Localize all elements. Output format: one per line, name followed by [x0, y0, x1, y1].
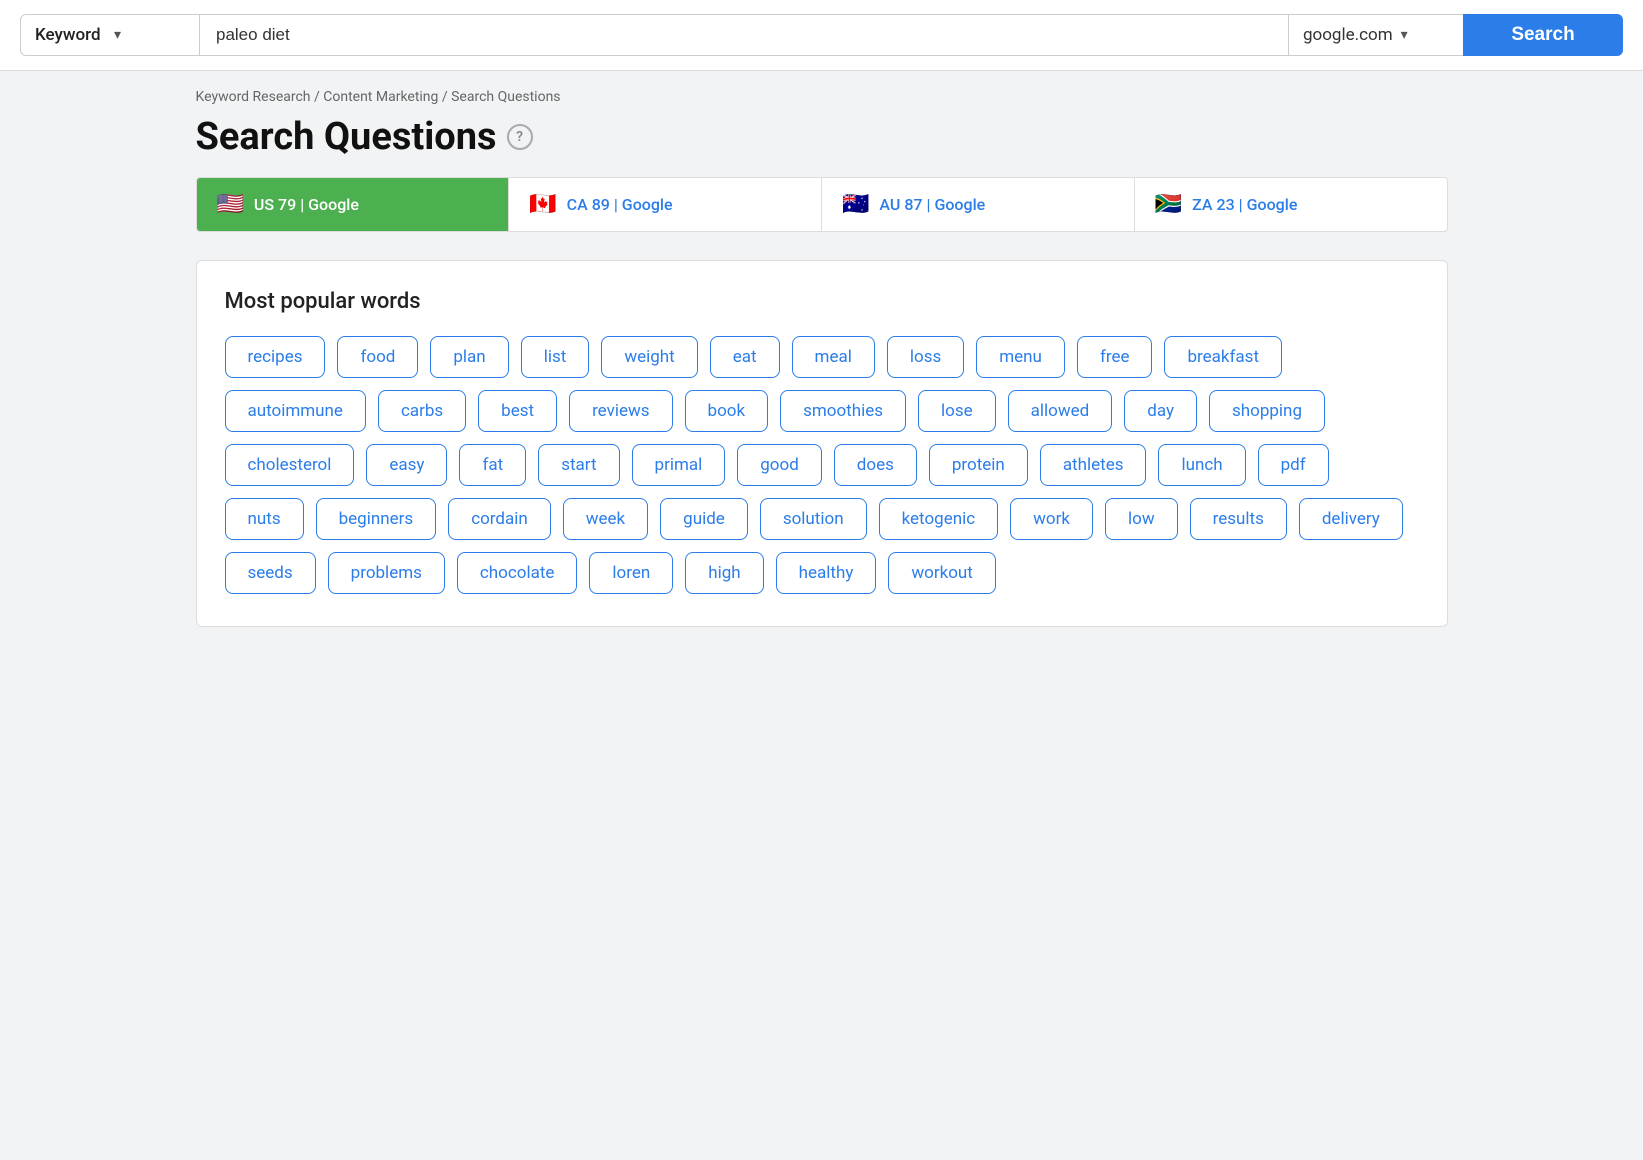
- word-tag-healthy[interactable]: healthy: [776, 552, 877, 594]
- country-flag-2: 🇦🇺: [842, 192, 869, 217]
- search-input[interactable]: [200, 14, 1288, 56]
- country-tab-2[interactable]: 🇦🇺 AU 87 | Google: [822, 178, 1135, 231]
- keyword-type-label: Keyword: [35, 25, 106, 45]
- word-tag-work[interactable]: work: [1010, 498, 1093, 540]
- word-tag-low[interactable]: low: [1105, 498, 1178, 540]
- word-tag-good[interactable]: good: [737, 444, 822, 486]
- word-tag-loss[interactable]: loss: [887, 336, 964, 378]
- word-tag-carbs[interactable]: carbs: [378, 390, 466, 432]
- country-tab-0[interactable]: 🇺🇸 US 79 | Google: [197, 178, 510, 231]
- country-flag-0: 🇺🇸: [217, 192, 244, 217]
- word-tag-lunch[interactable]: lunch: [1158, 444, 1245, 486]
- word-tag-fat[interactable]: fat: [459, 444, 526, 486]
- word-tag-meal[interactable]: meal: [792, 336, 875, 378]
- page-title-row: Search Questions ?: [196, 115, 1448, 159]
- word-tag-menu[interactable]: menu: [976, 336, 1065, 378]
- word-tag-athletes[interactable]: athletes: [1040, 444, 1147, 486]
- word-tag-start[interactable]: start: [538, 444, 619, 486]
- word-tag-week[interactable]: week: [563, 498, 648, 540]
- country-label-2: AU 87 | Google: [879, 195, 985, 214]
- word-tag-reviews[interactable]: reviews: [569, 390, 672, 432]
- page-title: Search Questions: [196, 115, 497, 159]
- engine-chevron: ▾: [1401, 27, 1449, 43]
- word-tag-guide[interactable]: guide: [660, 498, 748, 540]
- word-tag-lose[interactable]: lose: [918, 390, 996, 432]
- word-tag-recipes[interactable]: recipes: [225, 336, 326, 378]
- keyword-type-chevron: ▾: [114, 27, 185, 43]
- word-tag-autoimmune[interactable]: autoimmune: [225, 390, 366, 432]
- breadcrumb-text: Keyword Research / Content Marketing / S…: [196, 89, 561, 105]
- country-label-0: US 79 | Google: [254, 195, 359, 214]
- engine-selector[interactable]: google.com ▾: [1288, 14, 1463, 56]
- word-tag-allowed[interactable]: allowed: [1008, 390, 1113, 432]
- word-tag-pdf[interactable]: pdf: [1258, 444, 1329, 486]
- word-tag-list[interactable]: list: [521, 336, 590, 378]
- word-tag-beginners[interactable]: beginners: [316, 498, 437, 540]
- popular-words-section: Most popular words recipesfoodplanlistwe…: [196, 260, 1448, 627]
- word-tag-breakfast[interactable]: breakfast: [1164, 336, 1282, 378]
- words-grid: recipes food plan list weight eatmeal loss menu…: [225, 336, 1419, 594]
- word-tag-protein[interactable]: protein: [929, 444, 1028, 486]
- word-tag-free[interactable]: free: [1077, 336, 1153, 378]
- word-tag-weight[interactable]: weight: [601, 336, 697, 378]
- word-tag-workout[interactable]: workout: [888, 552, 995, 594]
- word-tag-cordain[interactable]: cordain: [448, 498, 551, 540]
- breadcrumb: Keyword Research / Content Marketing / S…: [196, 89, 1448, 105]
- word-tag-chocolate[interactable]: chocolate: [457, 552, 578, 594]
- keyword-type-selector[interactable]: Keyword ▾: [20, 14, 200, 56]
- word-tag-nuts[interactable]: nuts: [225, 498, 304, 540]
- help-icon[interactable]: ?: [507, 124, 533, 150]
- country-tab-3[interactable]: 🇿🇦 ZA 23 | Google: [1135, 178, 1447, 231]
- country-flag-3: 🇿🇦: [1155, 192, 1182, 217]
- country-label-1: CA 89 | Google: [567, 195, 673, 214]
- word-tag-easy[interactable]: easy: [366, 444, 447, 486]
- word-tag-best[interactable]: best: [478, 390, 557, 432]
- word-tag-food[interactable]: food: [337, 336, 418, 378]
- word-tag-ketogenic[interactable]: ketogenic: [879, 498, 999, 540]
- word-tag-primal[interactable]: primal: [632, 444, 726, 486]
- country-tabs: 🇺🇸 US 79 | Google 🇨🇦 CA 89 | Google 🇦🇺 AU 87 …: [196, 177, 1448, 232]
- word-tag-smoothies[interactable]: smoothies: [780, 390, 906, 432]
- word-tag-book[interactable]: book: [685, 390, 769, 432]
- word-tag-plan[interactable]: plan: [430, 336, 508, 378]
- word-tag-solution[interactable]: solution: [760, 498, 867, 540]
- page-content: Keyword Research / Content Marketing / S…: [172, 71, 1472, 667]
- word-tag-day[interactable]: day: [1124, 390, 1197, 432]
- word-tag-eat[interactable]: eat: [710, 336, 780, 378]
- country-tab-1[interactable]: 🇨🇦 CA 89 | Google: [509, 178, 822, 231]
- word-tag-results[interactable]: results: [1190, 498, 1287, 540]
- word-tag-delivery[interactable]: delivery: [1299, 498, 1403, 540]
- section-title: Most popular words: [225, 289, 1419, 314]
- word-tag-does[interactable]: does: [834, 444, 917, 486]
- word-tag-problems[interactable]: problems: [328, 552, 445, 594]
- top-bar: Keyword ▾ google.com ▾ Search: [0, 0, 1643, 71]
- word-tag-loren[interactable]: loren: [589, 552, 673, 594]
- country-flag-1: 🇨🇦: [529, 192, 556, 217]
- word-tag-high[interactable]: high: [685, 552, 763, 594]
- word-tag-seeds[interactable]: seeds: [225, 552, 316, 594]
- word-tag-cholesterol[interactable]: cholesterol: [225, 444, 355, 486]
- country-label-3: ZA 23 | Google: [1192, 195, 1297, 214]
- search-button[interactable]: Search: [1463, 14, 1623, 56]
- word-tag-shopping[interactable]: shopping: [1209, 390, 1325, 432]
- engine-value-label: google.com: [1303, 25, 1393, 45]
